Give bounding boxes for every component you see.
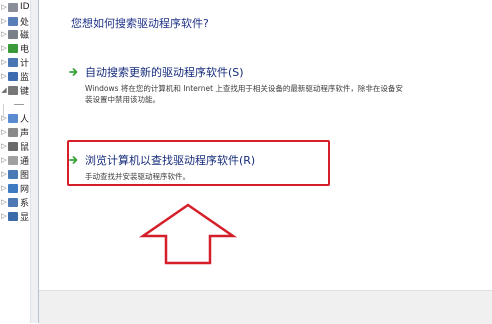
device-manager-tree: ▷ IDE ▷ 处 ▷ 磁 ▷ 电 ▷ 计 ▷ 监 ◢ 键 ▷ 人 ▷ 声 ▷ 鼠 ▷ 通 ▷ 图 ▷ 网 ▷ 系 ▷ 显 (0, 0, 39, 323)
wizard-button-bar (39, 290, 492, 324)
device-category-icon (8, 113, 18, 123)
tree-item-label: 计 (20, 58, 30, 69)
expander-icon[interactable]: ▷ (0, 72, 8, 80)
device-category-icon (8, 211, 18, 221)
expander-icon[interactable]: ▷ (0, 212, 8, 220)
device-category-icon (8, 57, 18, 67)
expander-icon[interactable]: ▷ (0, 170, 8, 178)
device-category-icon (14, 103, 24, 105)
auto-search-description: Windows 将在您的计算机和 Internet 上查找用于相关设备的最新驱动… (85, 84, 403, 104)
device-category-icon (8, 43, 18, 53)
expander-icon[interactable]: ◢ (0, 86, 8, 94)
auto-search-option[interactable]: 自动搜索更新的驱动程序软件(S) Windows 将在您的计算机和 Intern… (69, 64, 439, 105)
green-right-arrow-icon (69, 68, 78, 76)
tree-scrollbar[interactable] (30, 0, 38, 323)
tree-item-label: 声 (20, 128, 30, 139)
tree-item-label: 磁 (20, 30, 30, 41)
red-highlight-box (67, 140, 330, 186)
device-category-icon (8, 29, 18, 39)
tree-item-label: 处 (20, 17, 30, 28)
expander-icon[interactable]: ▷ (0, 44, 8, 52)
tree-item-label: 鼠 (20, 142, 30, 153)
expander-icon[interactable]: ▷ (0, 3, 8, 11)
device-category-icon (8, 169, 18, 179)
tree-item-label: 键 (20, 86, 30, 97)
wizard-question: 您想如何搜索驱动程序软件? (71, 17, 209, 30)
tree-item-label: 电 (20, 44, 30, 55)
tree-item-label: 图 (20, 170, 30, 181)
tree-item-label: 通 (20, 156, 30, 167)
expander-icon[interactable]: ▷ (0, 58, 8, 66)
device-category-icon (8, 197, 18, 207)
device-category-icon (8, 85, 18, 95)
auto-search-title[interactable]: 自动搜索更新的驱动程序软件(S) (85, 64, 244, 80)
red-up-arrow-icon (138, 203, 238, 265)
device-category-icon (8, 155, 18, 165)
device-category-icon (8, 183, 18, 193)
expander-icon[interactable]: ▷ (0, 156, 8, 164)
expander-icon[interactable]: ▷ (0, 184, 8, 192)
tree-item-label: 网 (20, 184, 30, 195)
tree-item-label: 系 (20, 198, 30, 209)
device-category-icon (8, 2, 18, 12)
expander-icon[interactable]: ▷ (0, 17, 8, 25)
expander-icon[interactable]: ▷ (0, 114, 8, 122)
expander-icon[interactable]: ▷ (0, 142, 8, 150)
expander-icon[interactable]: ▷ (0, 128, 8, 136)
tree-item-label: 人 (20, 114, 30, 125)
device-category-icon (8, 141, 18, 151)
tree-connector-line (3, 104, 4, 118)
expander-icon[interactable]: ▷ (0, 30, 8, 38)
device-category-icon (8, 71, 18, 81)
expander-icon[interactable]: ▷ (0, 198, 8, 206)
tree-item-label: 显 (20, 212, 30, 223)
device-category-icon (8, 16, 18, 26)
device-category-icon (8, 127, 18, 137)
tree-item-label: 监 (20, 72, 30, 83)
